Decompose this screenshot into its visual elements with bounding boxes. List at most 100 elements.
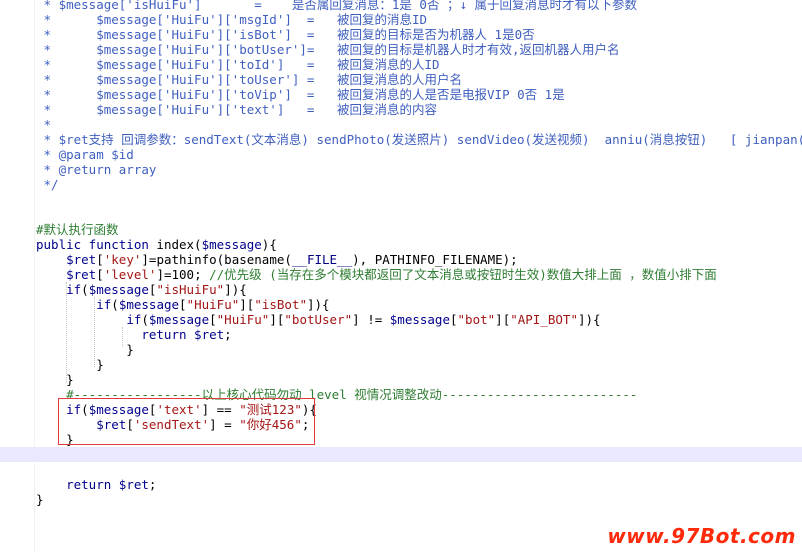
code-token: $ret [66,267,97,282]
code-line-text: * @param $id [36,147,134,162]
code-token: ]=100; [156,267,210,282]
code-token: [ [96,252,104,267]
code-line[interactable]: $ret['level']=100; //优先级 (当存在多个模块都返回了文本消… [0,267,802,282]
code-token: ; [148,477,157,492]
code-token: ( [111,297,119,312]
code-line-text: * [36,117,52,132]
code-line[interactable]: * @param $id [0,147,802,162]
code-token: * [36,117,52,132]
code-token: ] != [352,312,390,327]
code-token: "isHuiFu" [156,282,225,297]
code-line[interactable]: } [0,492,802,507]
code-token: $ret [66,252,97,267]
code-line-text: * $message['HuiFu']['toId'] = 被回复消息的人ID [36,57,440,72]
code-line[interactable] [0,447,802,462]
code-line[interactable]: return $ret; [0,477,802,492]
code-line[interactable]: * $message['HuiFu']['toUser'] = 被回复消息的人用… [0,72,802,87]
code-token: ){ [261,237,277,252]
code-token: //优先级 (当存在多个模块都返回了文本消息或按钮时生效)数值大排上面 ，数值小… [209,267,717,282]
code-line-text: if($message["HuiFu"]["isBot"]){ [36,297,330,312]
code-token: ]){ [307,297,330,312]
code-token: * $message['HuiFu']['msgId'] = 被回复的消息ID [36,12,428,27]
code-line[interactable]: if($message["HuiFu"]["botUser"] != $mess… [0,312,802,327]
code-line[interactable]: if($message["isHuiFu"]){ [0,282,802,297]
code-token: } [36,342,134,357]
code-line[interactable]: } [0,357,802,372]
code-line[interactable]: * $message['HuiFu']['toId'] = 被回复消息的人ID [0,57,802,72]
code-token: */ [36,177,59,192]
code-line[interactable] [0,462,802,477]
code-line-text: * $message['HuiFu']['toVip'] = 被回复消息的人是否… [36,87,565,102]
code-line-text: if($message["HuiFu"]["botUser"] != $mess… [36,312,601,327]
code-token: ][ [269,312,285,327]
code-line[interactable] [0,207,802,222]
code-line[interactable]: #默认执行函数 [0,222,802,237]
code-token: ; [224,327,232,342]
code-line[interactable]: * $message['HuiFu']['botUser']= 被回复的目标是机… [0,42,802,57]
code-token: index( [156,237,202,252]
code-token: ]){ [577,312,601,327]
code-token: * $message['HuiFu']['toId'] = 被回复消息的人ID [36,57,440,72]
code-line[interactable]: * $message['HuiFu']['toVip'] = 被回复消息的人是否… [0,87,802,102]
code-token: ), PATHINFO_FILENAME); [352,252,518,267]
code-token: "botUser" [284,312,353,327]
code-line[interactable]: * $message['HuiFu']['isBot'] = 被回复的目标是否为… [0,27,802,42]
code-token: ][ [239,297,255,312]
code-line-text: $ret['level']=100; //优先级 (当存在多个模块都返回了文本消… [36,267,717,282]
code-token: * $message['HuiFu']['isBot'] = 被回复的目标是否为… [36,27,535,42]
code-line[interactable]: * $ret支持 回调参数：sendText(文本消息) sendPhoto(发… [0,132,802,147]
code-line[interactable]: return $ret; [0,327,802,342]
indent-guide [66,282,67,382]
code-token: * $message['HuiFu']['toVip'] = 被回复消息的人是否… [36,87,565,102]
code-line[interactable]: * $message['isHuiFu'] = 是否属回复消息：1是 0否 ；↓… [0,0,802,12]
code-token: * @return array [36,162,157,177]
indent-guide [122,327,123,347]
code-line[interactable]: * [0,117,802,132]
code-token: } [36,492,44,507]
code-line-text: } [36,342,134,357]
code-token: * @param $id [36,147,134,162]
code-token: $message [389,312,450,327]
code-line[interactable]: * $message['HuiFu']['msgId'] = 被回复的消息ID [0,12,802,27]
code-line[interactable] [0,192,802,207]
code-token: $message [148,312,210,327]
code-line[interactable]: if($message["HuiFu"]["isBot"]){ [0,297,802,312]
code-token: [ [96,267,104,282]
code-line[interactable]: $ret['key']=pathinfo(basename(__FILE__),… [0,252,802,267]
code-token: } [36,372,74,387]
code-line[interactable]: * @return array [0,162,802,177]
code-line[interactable]: } [0,342,802,357]
code-token: "HuiFu" [216,312,270,327]
code-token: __FILE__ [291,252,353,267]
code-token: "bot" [457,312,496,327]
code-token: "API_BOT" [510,312,578,327]
code-token: if [96,297,112,312]
code-line-text: * $message['HuiFu']['botUser']= 被回复的目标是机… [36,42,620,57]
code-line-text: * $ret支持 回调参数：sendText(文本消息) sendPhoto(发… [36,132,802,147]
code-token: * $ret支持 回调参数：sendText(文本消息) sendPhoto(发… [36,132,802,147]
code-line-text: */ [36,177,59,192]
code-token: * $message['HuiFu']['botUser']= 被回复的目标是机… [36,42,620,57]
code-token: ( [81,282,89,297]
code-line-text: } [36,372,74,387]
code-token: * $message['HuiFu']['toUser'] = 被回复消息的人用… [36,72,463,87]
code-line-text: * $message['HuiFu']['toUser'] = 被回复消息的人用… [36,72,463,87]
code-token: 'level' [103,267,157,282]
indent-guide [94,297,95,367]
code-line-text: $ret['key']=pathinfo(basename(__FILE__),… [36,252,518,267]
code-line[interactable]: } [0,372,802,387]
code-line[interactable]: */ [0,177,802,192]
code-token: $ret [118,477,149,492]
code-token: "isBot" [254,297,307,312]
code-line-text: return $ret; [36,477,156,492]
code-line-text: public function index($message){ [36,237,277,252]
code-token: ]){ [224,282,247,297]
code-editor[interactable]: * $message['isHuiFu'] = 是否属回复消息：1是 0否 ；↓… [0,0,802,552]
code-line[interactable]: public function index($message){ [0,237,802,252]
code-line[interactable]: * $message['HuiFu']['text'] = 被回复消息的内容 [0,102,802,117]
code-token: return [141,327,195,342]
